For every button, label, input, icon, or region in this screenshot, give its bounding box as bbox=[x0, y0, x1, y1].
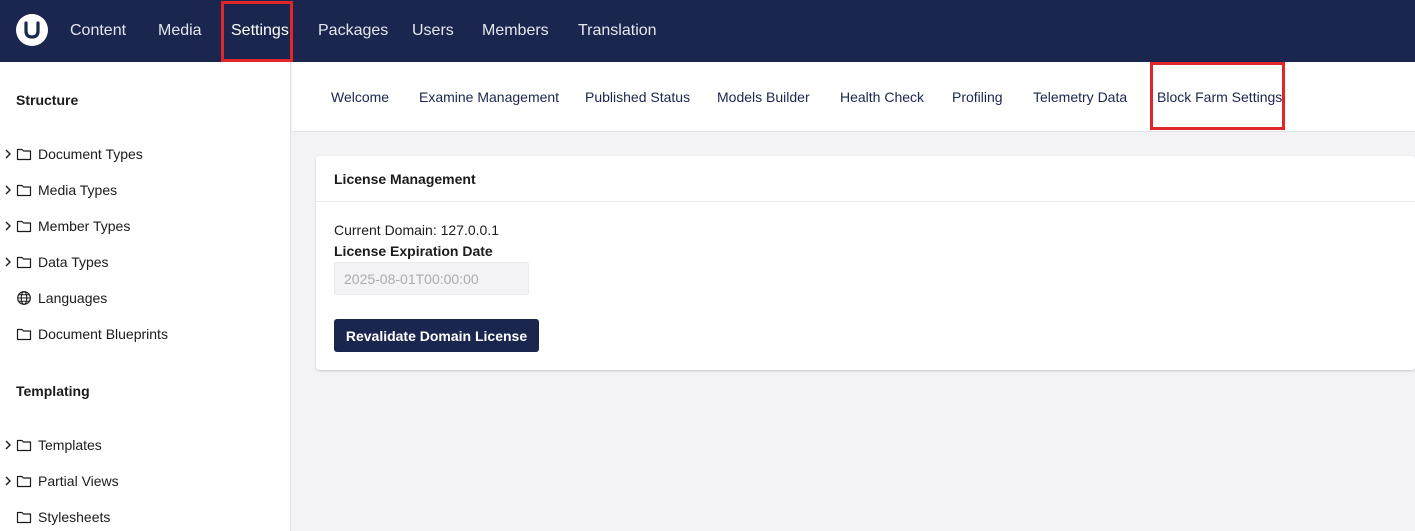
chevron-right-icon[interactable] bbox=[4, 438, 12, 452]
folder-icon bbox=[16, 328, 32, 341]
tree-item-label: Data Types bbox=[38, 254, 109, 270]
tree-item-media-types[interactable]: Media Types bbox=[0, 177, 290, 203]
tree-item-label: Media Types bbox=[38, 182, 118, 198]
settings-sidebar: Structure Document Types Media Types Mem… bbox=[0, 62, 291, 531]
tree-item-label: Templates bbox=[38, 437, 102, 453]
tree-item-label: Document Types bbox=[38, 146, 143, 162]
tree-item-partial-views[interactable]: Partial Views bbox=[0, 468, 290, 494]
block-farm-settings-highlight-box bbox=[1150, 62, 1285, 130]
folder-icon bbox=[16, 439, 32, 452]
tree-item-document-blueprints[interactable]: Document Blueprints bbox=[0, 321, 290, 347]
panel-header: License Management bbox=[316, 156, 1415, 202]
dashboard-tabs: Welcome Examine Management Published Sta… bbox=[292, 62, 1415, 132]
license-management-panel: License Management Current Domain: 127.0… bbox=[316, 156, 1415, 370]
section-title-templating: Templating bbox=[16, 383, 90, 399]
current-domain-text: Current Domain: 127.0.0.1 bbox=[334, 222, 499, 238]
nav-members[interactable]: Members bbox=[482, 21, 549, 41]
folder-icon bbox=[16, 184, 32, 197]
nav-packages[interactable]: Packages bbox=[318, 21, 388, 41]
tree-item-label: Languages bbox=[38, 290, 108, 306]
chevron-right-icon[interactable] bbox=[4, 147, 12, 161]
tree-item-member-types[interactable]: Member Types bbox=[0, 213, 290, 239]
nav-media[interactable]: Media bbox=[158, 21, 202, 41]
tree-item-document-types[interactable]: Document Types bbox=[0, 141, 290, 167]
umbraco-logo-icon[interactable] bbox=[16, 14, 48, 46]
tree-item-label: Partial Views bbox=[38, 473, 119, 489]
folder-icon bbox=[16, 475, 32, 488]
tab-examine-management[interactable]: Examine Management bbox=[419, 88, 559, 106]
tab-profiling[interactable]: Profiling bbox=[952, 88, 1003, 106]
tree-item-templates[interactable]: Templates bbox=[0, 432, 290, 458]
top-navigation-bar: Content Media Settings Packages Users Me… bbox=[0, 0, 1415, 62]
revalidate-domain-license-button[interactable]: Revalidate Domain License bbox=[334, 319, 539, 352]
folder-icon bbox=[16, 511, 32, 524]
panel-title: License Management bbox=[334, 171, 476, 187]
tab-welcome[interactable]: Welcome bbox=[331, 88, 389, 106]
chevron-right-icon[interactable] bbox=[4, 474, 12, 488]
tree-item-label: Document Blueprints bbox=[38, 326, 168, 342]
folder-icon bbox=[16, 148, 32, 161]
folder-icon bbox=[16, 256, 32, 269]
tab-telemetry-data[interactable]: Telemetry Data bbox=[1033, 88, 1127, 106]
tab-health-check[interactable]: Health Check bbox=[840, 88, 924, 106]
section-title-structure: Structure bbox=[16, 92, 79, 108]
nav-content[interactable]: Content bbox=[70, 21, 126, 41]
chevron-right-icon[interactable] bbox=[4, 219, 12, 233]
chevron-right-icon[interactable] bbox=[4, 255, 12, 269]
tab-models-builder[interactable]: Models Builder bbox=[717, 88, 810, 106]
license-expiration-label: License Expiration Date bbox=[334, 243, 493, 259]
nav-users[interactable]: Users bbox=[412, 21, 454, 41]
license-expiration-field[interactable] bbox=[334, 262, 529, 295]
folder-icon bbox=[16, 220, 32, 233]
globe-icon bbox=[17, 291, 31, 305]
nav-translation[interactable]: Translation bbox=[578, 21, 657, 41]
tree-item-label: Member Types bbox=[38, 218, 131, 234]
tab-published-status[interactable]: Published Status bbox=[585, 88, 690, 106]
chevron-right-icon[interactable] bbox=[4, 183, 12, 197]
tree-item-stylesheets[interactable]: Stylesheets bbox=[0, 504, 290, 530]
tree-item-data-types[interactable]: Data Types bbox=[0, 249, 290, 275]
settings-highlight-box bbox=[221, 1, 293, 62]
tree-item-languages[interactable]: Languages bbox=[0, 285, 290, 311]
tree-item-label: Stylesheets bbox=[38, 509, 111, 525]
